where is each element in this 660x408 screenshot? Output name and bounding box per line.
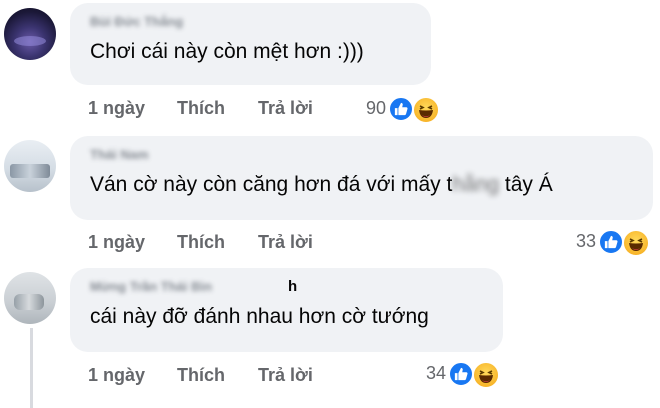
reaction-count: 34 (425, 363, 446, 383)
author-name[interactable]: Bùi Đức Thắng (90, 14, 183, 29)
haha-reaction-icon (622, 229, 650, 257)
author-name[interactable]: Thái Nam (90, 147, 149, 162)
comment-text: Chơi cái này còn mệt hơn :))) (90, 40, 364, 63)
reply-button[interactable]: Trả lời (258, 232, 313, 253)
timestamp-link[interactable]: 1 ngày (88, 98, 145, 119)
author-name[interactable]: Mừng Trần Thái Bìn (90, 279, 212, 294)
comment-text-part: tây Á (499, 173, 553, 196)
reply-button[interactable]: Trả lời (258, 365, 313, 386)
reaction-summary[interactable]: 33 (550, 229, 650, 257)
reaction-summary[interactable]: 90 (340, 96, 440, 124)
haha-reaction-icon (472, 361, 500, 389)
reaction-count: 90 (365, 98, 386, 118)
comment-text-part: Ván cờ này còn căng hơn đá với mấy t (90, 173, 453, 196)
thread-line (30, 328, 33, 408)
reply-button[interactable]: Trả lời (258, 98, 313, 119)
reaction-summary[interactable]: 34 (400, 361, 500, 389)
comment-bubble: Bùi Đức Thắng Chơi cái này còn mệt hơn :… (70, 3, 431, 85)
haha-reaction-icon (412, 96, 440, 124)
like-button[interactable]: Thích (177, 98, 225, 119)
like-button[interactable]: Thích (177, 232, 225, 253)
like-reaction-icon (448, 361, 474, 387)
timestamp-link[interactable]: 1 ngày (88, 232, 145, 253)
comment-bubble: Thái Nam Ván cờ này còn căng hơn đá với … (70, 136, 653, 220)
avatar[interactable] (4, 8, 56, 60)
like-button[interactable]: Thích (177, 365, 225, 386)
timestamp-link[interactable]: 1 ngày (88, 365, 145, 386)
avatar[interactable] (4, 140, 56, 192)
author-name-tail: h (288, 278, 298, 295)
avatar[interactable] (4, 272, 56, 324)
blurred-word: hằng (452, 173, 500, 196)
reaction-count: 33 (575, 231, 596, 251)
like-reaction-icon (598, 229, 624, 255)
comment-bubble: Mừng Trần Thái Bìn h cái này đỡ đánh nha… (70, 268, 503, 352)
like-reaction-icon (388, 96, 414, 122)
comment-text: Ván cờ này còn căng hơn đá với mấy thằng… (90, 173, 553, 197)
comment-text: cái này đỡ đánh nhau hơn cờ tướng (90, 305, 429, 328)
